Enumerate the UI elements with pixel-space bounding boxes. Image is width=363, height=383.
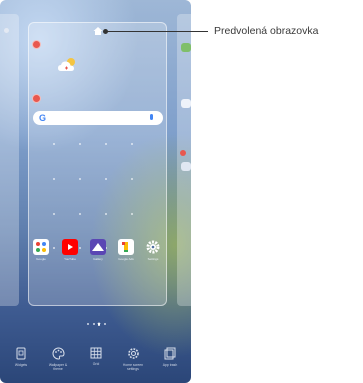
page-dot (104, 323, 106, 325)
widgets-icon (16, 347, 26, 360)
grid-dot (53, 213, 55, 215)
google-logo: G (39, 113, 47, 123)
grid-dot (131, 213, 133, 215)
mic-icon[interactable] (150, 114, 153, 120)
gear-icon (145, 239, 161, 255)
wallpaper-theme-label: Wallpaper & theme (48, 363, 68, 371)
weather-icon (58, 58, 75, 71)
app-google-ads[interactable]: Google Ads (116, 239, 136, 261)
trash-icon (164, 347, 176, 360)
peek-app-icon (181, 162, 191, 171)
app-settings[interactable]: Settings (143, 239, 163, 261)
grid-dot (53, 143, 55, 145)
youtube-icon (62, 239, 78, 255)
app-label: Google Ads (118, 257, 134, 261)
remove-widget-badge[interactable] (32, 40, 41, 49)
app-label: Gallery (93, 257, 103, 261)
right-page-preview[interactable] (177, 14, 191, 306)
home-screen-settings-button[interactable]: Home screen settings (116, 347, 150, 371)
grid-dot (131, 178, 133, 180)
grid-dot (105, 178, 107, 180)
app-google[interactable]: Google (31, 239, 51, 261)
widgets-button[interactable]: Widgets (4, 347, 38, 367)
google-search-widget[interactable]: G (33, 111, 163, 125)
remove-page-badge[interactable] (4, 28, 9, 33)
remove-widget-badge[interactable] (32, 94, 41, 103)
grid-button[interactable]: Grid (79, 347, 113, 366)
google-folder-icon (33, 239, 49, 255)
app-label: Google (36, 257, 46, 261)
page-indicator (86, 322, 108, 326)
grid-dot (131, 143, 133, 145)
home-screen-settings-label: Home screen settings (122, 363, 144, 371)
grid-dot (105, 213, 107, 215)
peek-remove-badge (180, 150, 186, 156)
app-gallery[interactable]: Gallery (88, 239, 108, 261)
app-trash-label: App trash (162, 363, 178, 367)
grid-dot (79, 178, 81, 180)
grid-dot (105, 143, 107, 145)
app-youtube[interactable]: YouTube (60, 239, 80, 261)
home-icon[interactable] (93, 26, 103, 36)
palette-icon (52, 347, 65, 360)
home-page-dot-icon (97, 322, 101, 326)
callout-label: Predvolená obrazovka (214, 25, 319, 37)
page-dot (93, 323, 95, 325)
app-label: YouTube (64, 257, 76, 261)
widgets-label: Widgets (14, 363, 28, 367)
gear-icon (127, 348, 139, 359)
grid-dot (53, 247, 55, 249)
gallery-icon (90, 239, 106, 255)
app-label: Settings (147, 257, 159, 261)
home-page-preview[interactable]: G (28, 22, 167, 306)
peek-app-icon (181, 43, 191, 52)
phone-screen: G Google YouTube Gallery Google Ads Sett… (0, 0, 191, 383)
page-dot (87, 323, 89, 325)
grid-label: Grid (92, 362, 100, 366)
grid-dot (79, 143, 81, 145)
left-page-preview[interactable] (0, 14, 19, 306)
google-one-icon (118, 239, 134, 255)
wallpaper-theme-button[interactable]: Wallpaper & theme (41, 347, 75, 371)
app-trash-button[interactable]: App trash (153, 347, 187, 367)
grid-dot (79, 213, 81, 215)
edit-mode-toolbar: Widgets Wallpaper & theme Grid Home scre… (0, 340, 191, 383)
grid-dot (53, 178, 55, 180)
callout-line (106, 31, 208, 32)
peek-app-icon (181, 99, 191, 108)
grid-icon (90, 347, 102, 359)
